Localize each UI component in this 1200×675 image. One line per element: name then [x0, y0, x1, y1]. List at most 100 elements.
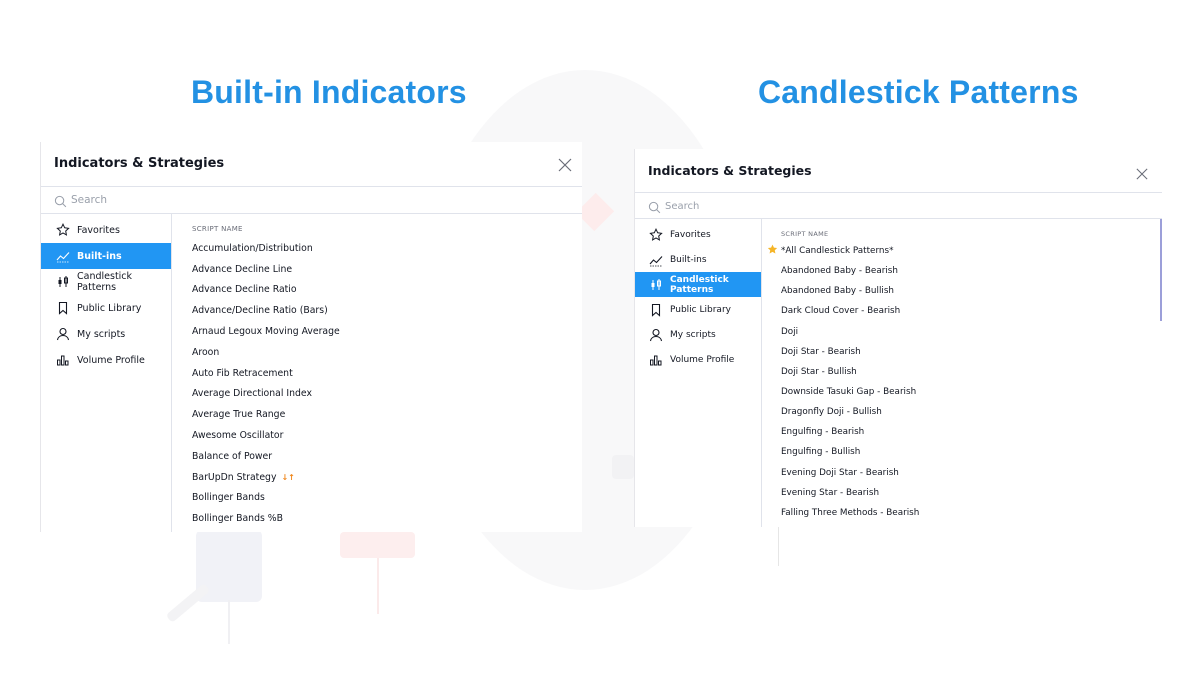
search-input[interactable]: [665, 196, 965, 216]
heading-candlestick-patterns: Candlestick Patterns: [758, 74, 1079, 110]
script-row[interactable]: Downside Tasuki Gap - Bearish: [763, 382, 1162, 402]
script-row[interactable]: Dark Cloud Cover - Bearish: [763, 301, 1162, 321]
script-row[interactable]: Advance/Decline Ratio (Bars): [173, 300, 582, 321]
sidebar-item-my-scripts[interactable]: My scripts: [41, 321, 171, 347]
script-list: SCRIPT NAME Accumulation/Distribution Adva…: [173, 214, 582, 532]
script-name: Downside Tasuki Gap - Bearish: [781, 387, 917, 398]
script-row[interactable]: Engulfing - Bullish: [763, 442, 1162, 462]
sidebar-item-label: Favorites: [77, 224, 120, 236]
script-row[interactable]: Evening Star - Bearish: [763, 483, 1162, 503]
sidebar-item-label: My scripts: [77, 328, 126, 340]
sidebar-item-public-library[interactable]: Public Library: [635, 297, 761, 322]
sidebar-item-label: Public Library: [670, 304, 731, 315]
script-row[interactable]: Advance Decline Line: [173, 259, 582, 280]
script-name: Auto Fib Retracement: [192, 367, 293, 379]
script-row[interactable]: Doji: [763, 322, 1162, 342]
sidebar-item-volume-profile[interactable]: Volume Profile: [635, 347, 761, 372]
script-name: Balance of Power: [192, 450, 273, 462]
script-row[interactable]: Average True Range: [173, 404, 582, 425]
script-row[interactable]: Awesome Oscillator: [173, 425, 582, 446]
favorite-star-icon[interactable]: [767, 244, 778, 258]
sidebar-item-label: Candlestick Patterns: [670, 274, 729, 295]
script-name: Doji Star - Bearish: [781, 346, 861, 357]
background-shape: [612, 455, 634, 479]
strategy-badge: ↓↑: [281, 472, 295, 482]
script-row[interactable]: Auto Fib Retracement: [173, 363, 582, 384]
script-name: *All Candlestick Patterns*: [781, 246, 894, 257]
script-rows: *All Candlestick Patterns* Abandoned Baby…: [763, 241, 1162, 523]
script-row[interactable]: Abandoned Baby - Bearish: [763, 261, 1162, 281]
script-row[interactable]: Average Directional Index: [173, 384, 582, 405]
sidebar-item-label: Public Library: [77, 302, 142, 314]
star-icon: [56, 223, 70, 237]
sidebar-item-my-scripts[interactable]: My scripts: [635, 322, 761, 347]
script-row[interactable]: Balance of Power: [173, 446, 582, 467]
background-card: [340, 532, 415, 558]
script-name: Falling Three Methods - Bearish: [781, 507, 920, 518]
chart-line-icon: [649, 253, 663, 267]
close-icon[interactable]: [1136, 165, 1148, 180]
dialog-title: Indicators & Strategies: [54, 156, 225, 171]
dialog-header: Indicators & Strategies: [635, 149, 1162, 193]
sidebar: Favorites Built-ins Candlestick Patterns Pu…: [635, 219, 762, 527]
bookmark-icon: [649, 303, 663, 317]
sidebar-item-built-ins[interactable]: Built-ins: [41, 243, 171, 269]
script-row[interactable]: Evening Doji Star - Bearish: [763, 463, 1162, 483]
search-input[interactable]: [71, 190, 371, 210]
bookmark-icon: [56, 301, 70, 315]
star-icon: [649, 227, 663, 242]
sidebar-item-built-ins[interactable]: Built-ins: [635, 247, 761, 272]
script-name: Arnaud Legoux Moving Average: [192, 326, 340, 338]
script-name: Advance Decline Line: [192, 263, 293, 275]
script-row[interactable]: Arnaud Legoux Moving Average: [173, 321, 582, 342]
user-icon: [56, 327, 70, 341]
candlestick-icon: [56, 275, 70, 289]
script-row[interactable]: *All Candlestick Patterns*: [763, 241, 1162, 261]
sidebar-item-label: Built-ins: [670, 254, 707, 265]
sidebar-item-label: Built-ins: [77, 250, 122, 262]
sidebar-item-public-library[interactable]: Public Library: [41, 295, 171, 321]
sidebar: Favorites Built-ins Candlestick Patterns Pu…: [41, 214, 172, 532]
script-name: Doji Star - Bullish: [781, 366, 857, 377]
script-row[interactable]: Doji Star - Bearish: [763, 342, 1162, 362]
sidebar-item-label: My scripts: [670, 329, 716, 340]
script-name: Engulfing - Bearish: [781, 427, 865, 438]
script-row[interactable]: Doji Star - Bullish: [763, 362, 1162, 382]
script-row[interactable]: Abandoned Baby - Bullish: [763, 281, 1162, 301]
indicators-dialog-built-ins: Indicators & Strategies Favorites Built-in…: [40, 142, 582, 532]
sidebar-item-favorites[interactable]: Favorites: [635, 222, 761, 247]
search-icon: [54, 193, 67, 212]
script-row[interactable]: Bollinger Bands %B: [173, 508, 582, 529]
background-line: [228, 600, 230, 644]
sidebar-item-candlestick-patterns[interactable]: Candlestick Patterns: [41, 269, 171, 295]
background-line: [165, 583, 211, 623]
script-row[interactable]: Bollinger Bands: [173, 488, 582, 509]
script-row[interactable]: Falling Three Methods - Bearish: [763, 503, 1162, 523]
script-name: Aroon: [192, 346, 220, 358]
script-row[interactable]: Advance Decline Ratio: [173, 280, 582, 301]
script-name: Bollinger Bands %B: [192, 513, 283, 525]
user-icon: [649, 328, 663, 342]
script-row[interactable]: Dragonfly Doji - Bullish: [763, 402, 1162, 422]
sidebar-item-candlestick-patterns[interactable]: Candlestick Patterns: [635, 272, 761, 297]
sidebar-item-volume-profile[interactable]: Volume Profile: [41, 347, 171, 373]
search-bar: [41, 187, 582, 214]
volume-profile-icon: [56, 353, 70, 367]
search-icon: [648, 199, 661, 218]
scrollbar[interactable]: [1160, 219, 1162, 321]
sidebar-item-label: Favorites: [670, 229, 711, 240]
script-name: BarUpDn Strategy: [192, 471, 277, 483]
script-name: Evening Star - Bearish: [781, 487, 880, 498]
candlestick-icon: [649, 278, 663, 292]
script-name: Engulfing - Bullish: [781, 447, 861, 458]
script-row[interactable]: Engulfing - Bearish: [763, 422, 1162, 442]
script-name: Abandoned Baby - Bullish: [781, 286, 894, 297]
close-icon[interactable]: [558, 157, 572, 172]
script-list: SCRIPT NAME *All Candlestick Patterns* Aba…: [763, 219, 1162, 527]
script-row[interactable]: BarUpDn Strategy ↓↑: [173, 467, 582, 488]
script-row[interactable]: Accumulation/Distribution: [173, 238, 582, 259]
script-row[interactable]: Aroon: [173, 342, 582, 363]
script-name: Dragonfly Doji - Bullish: [781, 407, 882, 418]
sidebar-item-favorites[interactable]: Favorites: [41, 217, 171, 243]
indicators-dialog-candlestick: Indicators & Strategies Favorites Built-in…: [634, 149, 1162, 527]
